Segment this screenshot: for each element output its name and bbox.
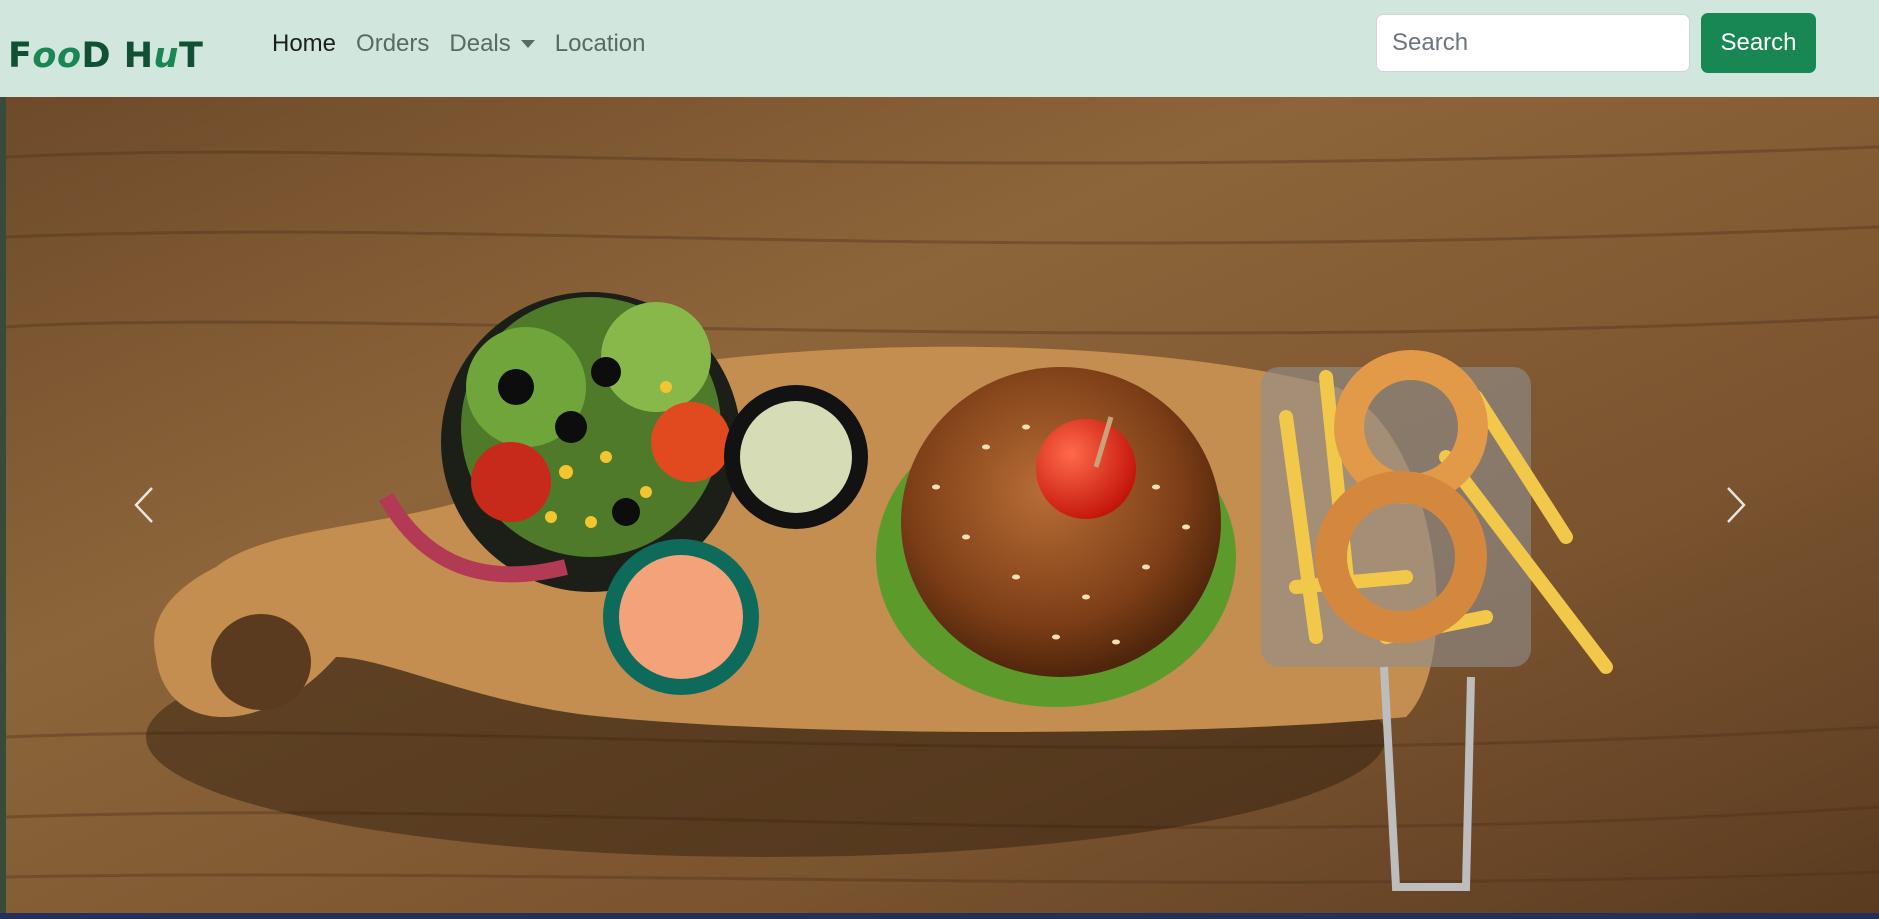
carousel-prev-button[interactable] <box>70 97 220 913</box>
nav-link-deals-label: Deals <box>449 30 511 57</box>
nav-link-deals-dropdown[interactable]: Deals <box>439 27 544 61</box>
nav-link-home[interactable]: Home <box>262 27 346 61</box>
page-edge <box>0 97 6 913</box>
chevron-right-icon <box>1727 487 1746 523</box>
nav-link-location[interactable]: Location <box>545 27 656 61</box>
caret-down-icon <box>520 40 535 48</box>
search-button[interactable]: Search <box>1701 13 1816 73</box>
search-input[interactable] <box>1376 14 1690 72</box>
nav-links: Home Orders Deals Location <box>262 27 656 61</box>
chevron-left-icon <box>134 487 153 523</box>
brand-logo[interactable]: FooD HuT <box>8 36 203 76</box>
nav-link-orders[interactable]: Orders <box>346 27 439 61</box>
carousel-image <box>6 97 1879 913</box>
navbar: FooD HuT Home Orders Deals Location Sear… <box>0 0 1879 97</box>
section-divider <box>0 913 1879 919</box>
hero-carousel <box>0 97 1879 913</box>
carousel-next-button[interactable] <box>1660 97 1810 913</box>
